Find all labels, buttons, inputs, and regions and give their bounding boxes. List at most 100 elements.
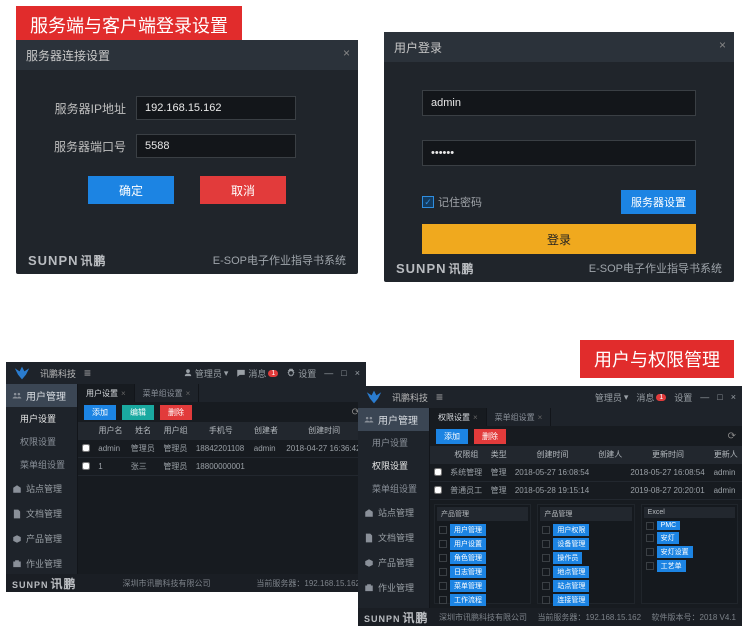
perm-item[interactable]: 用户权限 xyxy=(540,523,631,537)
messages-menu[interactable]: 消息 1 xyxy=(236,367,278,380)
table-header xyxy=(430,446,446,464)
row-checkbox[interactable] xyxy=(434,486,442,494)
sidebar-cat-work[interactable]: 作业管理 xyxy=(358,575,429,600)
perm-checkbox[interactable] xyxy=(439,540,447,548)
perm-item[interactable]: 日志管理 xyxy=(437,565,528,579)
footer-company: 深圳市讯鹏科技有限公司 xyxy=(439,612,527,623)
close-icon[interactable]: × xyxy=(355,368,360,378)
password-input[interactable] xyxy=(422,140,696,166)
sidebar-item-user-set[interactable]: 用户设置 xyxy=(358,431,429,454)
edit-button[interactable]: 编辑 xyxy=(122,405,154,420)
perm-checkbox[interactable] xyxy=(542,554,550,562)
perm-item[interactable]: 连接管理 xyxy=(540,593,631,607)
login-button[interactable]: 登录 xyxy=(422,224,696,254)
delete-button[interactable]: 删除 xyxy=(160,405,192,420)
ip-input[interactable] xyxy=(136,96,296,120)
menu-icon[interactable]: ≡ xyxy=(436,390,443,404)
perm-checkbox[interactable] xyxy=(646,548,654,556)
tab-perm-set[interactable]: 权限设置× xyxy=(430,408,487,426)
perm-item[interactable]: 操作员 xyxy=(540,551,631,565)
app-company: 讯鹏科技 xyxy=(40,367,76,380)
perm-item[interactable]: 工艺单 xyxy=(644,559,735,573)
perm-item[interactable]: 站点管理 xyxy=(540,579,631,593)
perm-column: 产品管理用户权限设备管理操作员地点管理站点管理连接管理PMC安灯安灯设置工艺单 xyxy=(537,504,634,604)
perm-checkbox[interactable] xyxy=(439,596,447,604)
perm-checkbox[interactable] xyxy=(439,568,447,576)
sidebar-cat-doc[interactable]: 文档管理 xyxy=(358,525,429,550)
perm-checkbox[interactable] xyxy=(542,596,550,604)
menu-icon[interactable]: ≡ xyxy=(84,366,91,380)
add-button[interactable]: 添加 xyxy=(436,429,468,444)
perm-checkbox[interactable] xyxy=(542,568,550,576)
username-input[interactable] xyxy=(422,90,696,116)
perm-item[interactable]: 安灯 xyxy=(644,531,735,545)
tab-menugroup-set[interactable]: 菜单组设置× xyxy=(487,408,552,426)
add-button[interactable]: 添加 xyxy=(84,405,116,420)
perm-item[interactable]: 工作流程 xyxy=(437,593,528,607)
perm-item[interactable]: 菜单管理 xyxy=(437,579,528,593)
perm-item[interactable]: 地点管理 xyxy=(540,565,631,579)
perm-checkbox[interactable] xyxy=(542,526,550,534)
row-checkbox[interactable] xyxy=(82,462,90,470)
minimize-icon[interactable]: — xyxy=(324,368,333,378)
perm-item[interactable]: PMC xyxy=(644,520,735,531)
delete-button[interactable]: 删除 xyxy=(474,429,506,444)
cancel-button[interactable]: 取消 xyxy=(200,176,286,204)
sidebar-cat-site[interactable]: 站点管理 xyxy=(358,500,429,525)
sidebar-cat-site[interactable]: 站点管理 xyxy=(6,476,77,501)
close-icon[interactable]: × xyxy=(343,46,350,60)
perm-checkbox[interactable] xyxy=(542,582,550,590)
sidebar-item-menugroup-set[interactable]: 菜单组设置 xyxy=(358,477,429,500)
row-checkbox[interactable] xyxy=(434,468,442,476)
perm-item[interactable]: 设备管理 xyxy=(540,537,631,551)
tab-close-icon[interactable]: × xyxy=(186,389,191,398)
tab-user-set[interactable]: 用户设置× xyxy=(78,384,135,402)
tab-menugroup-set[interactable]: 菜单组设置× xyxy=(135,384,200,402)
maximize-icon[interactable]: □ xyxy=(341,368,346,378)
remember-checkbox[interactable]: ✓ 记住密码 xyxy=(422,194,482,210)
sidebar-user-mgmt[interactable]: 用户管理 xyxy=(6,384,77,407)
server-settings-button[interactable]: 服务器设置 xyxy=(621,190,696,214)
settings-menu[interactable]: 设置 xyxy=(674,391,692,404)
perm-checkbox[interactable] xyxy=(646,534,654,542)
table-row[interactable]: admin管理员管理员18842201108admin2018-04-27 16… xyxy=(78,440,366,458)
sidebar-item-user-set[interactable]: 用户设置 xyxy=(6,407,77,430)
table-row[interactable]: 系统管理管理2018-05-27 16:08:542018-05-27 16:0… xyxy=(430,464,742,482)
admin-menu[interactable]: 管理员 ▾ xyxy=(183,367,229,380)
sidebar-item-perm-set[interactable]: 权限设置 xyxy=(358,454,429,477)
sidebar-item-perm-set[interactable]: 权限设置 xyxy=(6,430,77,453)
tab-close-icon[interactable]: × xyxy=(121,389,126,398)
perm-item[interactable]: 安灯设置 xyxy=(644,545,735,559)
messages-menu[interactable]: 消息1 xyxy=(636,391,666,404)
tab-close-icon[interactable]: × xyxy=(473,413,478,422)
sidebar-cat-product[interactable]: 产品管理 xyxy=(6,526,77,551)
perm-checkbox[interactable] xyxy=(439,526,447,534)
sidebar-user-mgmt[interactable]: 用户管理 xyxy=(358,408,429,431)
maximize-icon[interactable]: □ xyxy=(717,392,722,402)
close-icon[interactable]: × xyxy=(731,392,736,402)
table-row[interactable]: 普通员工管理2018-05-28 19:15:142019-08-27 20:2… xyxy=(430,482,742,500)
perm-checkbox[interactable] xyxy=(646,522,654,530)
perm-item[interactable]: 用户管理 xyxy=(437,523,528,537)
settings-menu[interactable]: 设置 xyxy=(286,367,316,380)
sidebar-item-menugroup-set[interactable]: 菜单组设置 xyxy=(6,453,77,476)
port-input[interactable] xyxy=(136,134,296,158)
table-row[interactable]: 1张三管理员18800000001 xyxy=(78,458,366,476)
row-checkbox[interactable] xyxy=(82,444,90,452)
perm-checkbox[interactable] xyxy=(439,582,447,590)
minimize-icon[interactable]: — xyxy=(700,392,709,402)
perm-item[interactable]: 用户设置 xyxy=(437,537,528,551)
perm-item[interactable]: 角色管理 xyxy=(437,551,528,565)
close-icon[interactable]: × xyxy=(719,38,726,52)
perm-checkbox[interactable] xyxy=(439,554,447,562)
perm-checkbox[interactable] xyxy=(542,540,550,548)
tab-close-icon[interactable]: × xyxy=(538,413,543,422)
ok-button[interactable]: 确定 xyxy=(88,176,174,204)
sidebar-cat-product[interactable]: 产品管理 xyxy=(358,550,429,575)
refresh-icon[interactable]: ⟳ xyxy=(728,431,736,442)
table-header: 用户名 xyxy=(94,422,127,440)
perm-checkbox[interactable] xyxy=(646,562,654,570)
sidebar-cat-work[interactable]: 作业管理 xyxy=(6,551,77,576)
sidebar-cat-doc[interactable]: 文档管理 xyxy=(6,501,77,526)
admin-menu[interactable]: 管理员 ▾ xyxy=(595,391,629,404)
